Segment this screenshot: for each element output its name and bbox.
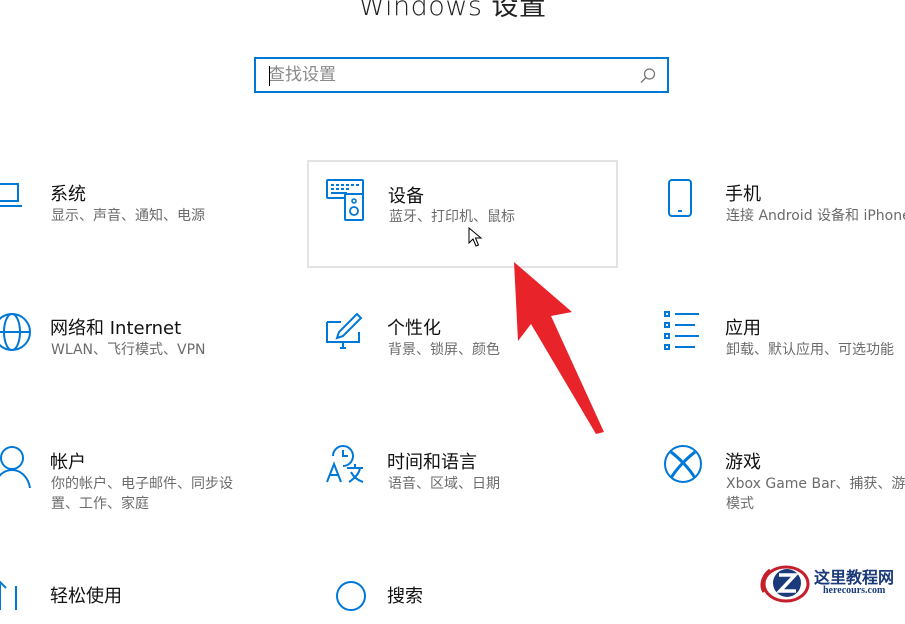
tile-desc: 蓝牙、打印机、鼠标 [389,209,515,225]
page-title: Windows 设置 [358,0,547,22]
tile-name: 个性化 [387,318,441,339]
laptop-icon [0,174,36,218]
tile-name: 时间和语言 [387,452,477,473]
watermark-url: herecours.com [823,585,886,596]
tile-name: 搜索 [387,586,423,607]
tile-desc-line2: 置、工作、家庭 [51,496,149,512]
mouse-pointer-icon [468,227,483,247]
tile-gaming[interactable]: 游戏 Xbox Game Bar、捕获、游戏 模式 [645,430,905,530]
person-icon [0,444,34,489]
tile-name: 网络和 Internet [50,318,182,339]
tile-desc: Xbox Game Bar、捕获、游戏 [726,476,905,492]
search-box[interactable] [254,57,669,93]
apps-list-icon [663,310,707,354]
time-language-icon [325,444,369,488]
tile-desc: 显示、声音、通知、电源 [51,208,205,224]
tile-name: 游戏 [725,452,761,473]
tile-network[interactable]: 网络和 Internet WLAN、飞行模式、VPN [0,296,270,396]
watermark: 这里教程网 herecours.com [758,562,905,604]
tile-desc: WLAN、飞行模式、VPN [51,342,206,358]
tile-desc: 背景、锁屏、颜色 [388,342,500,358]
search-input[interactable] [268,63,628,87]
tile-personalization[interactable]: 个性化 背景、锁屏、颜色 [307,296,607,396]
personalization-icon [323,312,367,356]
search-icon [333,580,377,624]
tile-desc: 连接 Android 设备和 iPhone [726,208,905,224]
tile-name: 应用 [725,318,761,339]
tile-name: 设备 [388,186,424,207]
tile-apps[interactable]: 应用 卸载、默认应用、可选功能 [645,296,905,396]
tile-search[interactable]: 搜索 [307,564,607,611]
tile-name: 手机 [725,184,761,205]
phone-icon [667,178,711,222]
tile-accounts[interactable]: 帐户 你的帐户、电子邮件、同步设 置、工作、家庭 [0,430,270,530]
devices-icon [325,178,369,222]
tile-desc: 卸载、默认应用、可选功能 [726,342,894,358]
watermark-logo-icon [760,565,810,603]
ease-of-access-icon [0,580,34,624]
tile-name: 轻松使用 [50,586,122,607]
tile-phone[interactable]: 手机 连接 Android 设备和 iPhone [645,162,905,262]
xbox-icon [663,444,707,488]
search-icon[interactable] [639,67,657,85]
text-caret [269,66,270,86]
tile-desc-line2: 模式 [726,496,754,512]
tile-desc: 你的帐户、电子邮件、同步设 [51,476,233,492]
globe-icon [0,310,34,354]
tile-name: 系统 [50,184,86,205]
tile-name: 帐户 [50,452,86,473]
tile-desc: 语音、区域、日期 [388,476,500,492]
tile-devices[interactable]: 设备 蓝牙、打印机、鼠标 [307,160,618,268]
tile-time-language[interactable]: 时间和语言 语音、区域、日期 [307,430,607,530]
tile-system[interactable]: 系统 显示、声音、通知、电源 [0,162,270,262]
tile-ease-of-access[interactable]: 轻松使用 [0,564,270,610]
